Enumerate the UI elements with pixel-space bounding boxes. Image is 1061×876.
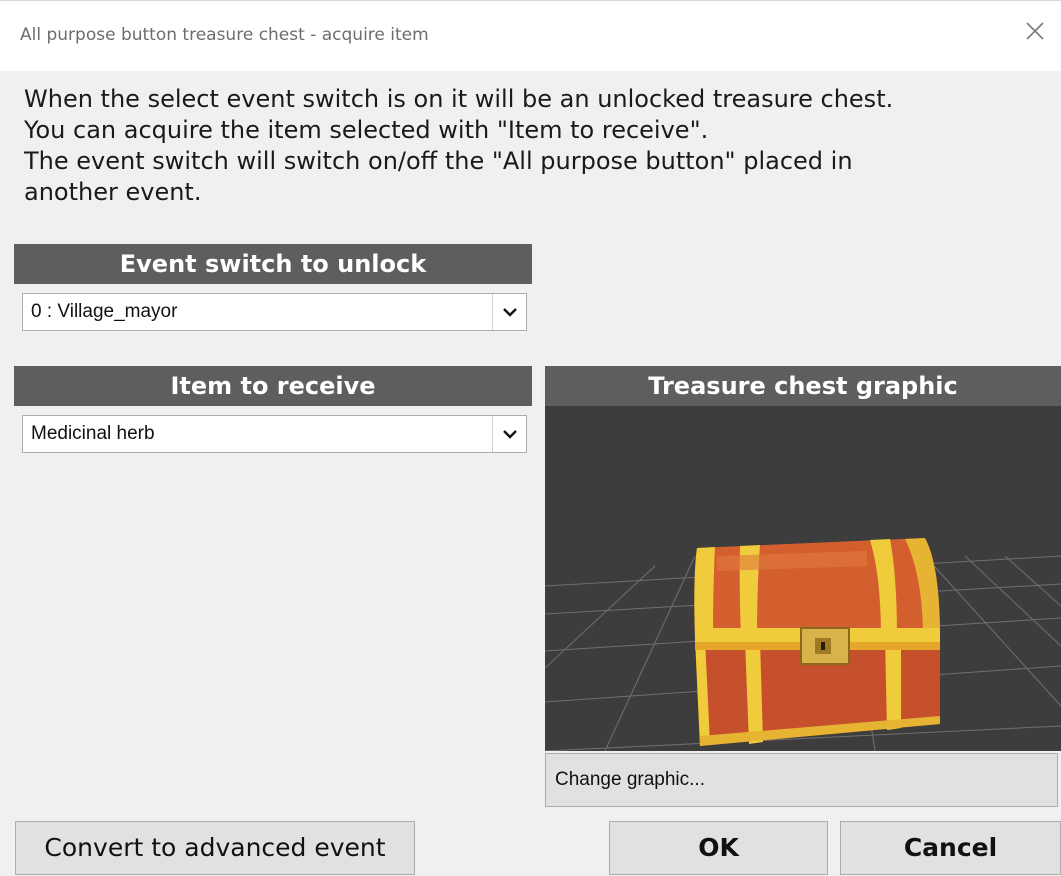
close-icon xyxy=(1026,22,1044,40)
description-line: You can acquire the item selected with "… xyxy=(24,116,709,144)
event-switch-select[interactable]: 0 : Village_mayor xyxy=(22,293,527,331)
convert-to-advanced-event-button[interactable]: Convert to advanced event xyxy=(15,821,415,875)
description-text: When the select event switch is on it wi… xyxy=(24,84,1034,208)
item-select[interactable]: Medicinal herb xyxy=(22,415,527,453)
dialog-window: All purpose button treasure chest - acqu… xyxy=(0,0,1061,876)
close-button[interactable] xyxy=(1009,7,1061,63)
dropdown-button[interactable] xyxy=(492,294,526,330)
change-graphic-button[interactable]: Change graphic... xyxy=(545,753,1058,807)
window-title: All purpose button treasure chest - acqu… xyxy=(20,25,429,45)
treasure-chest-icon xyxy=(694,538,940,746)
title-bar: All purpose button treasure chest - acqu… xyxy=(0,0,1061,71)
graphic-preview xyxy=(545,406,1061,751)
change-graphic-label: Change graphic... xyxy=(555,769,705,790)
graphic-header: Treasure chest graphic xyxy=(545,366,1061,406)
ok-button[interactable]: OK xyxy=(609,821,828,875)
dropdown-button[interactable] xyxy=(492,416,526,452)
item-header: Item to receive xyxy=(14,366,532,406)
chevron-down-icon xyxy=(503,308,517,317)
item-value: Medicinal herb xyxy=(31,423,155,444)
chevron-down-icon xyxy=(503,430,517,439)
description-line: another event. xyxy=(24,178,202,206)
description-line: The event switch will switch on/off the … xyxy=(24,147,853,175)
description-line: When the select event switch is on it wi… xyxy=(24,85,894,113)
event-switch-header: Event switch to unlock xyxy=(14,244,532,284)
event-switch-value: 0 : Village_mayor xyxy=(31,301,178,322)
preview-canvas xyxy=(545,538,1061,751)
cancel-button[interactable]: Cancel xyxy=(840,821,1061,875)
